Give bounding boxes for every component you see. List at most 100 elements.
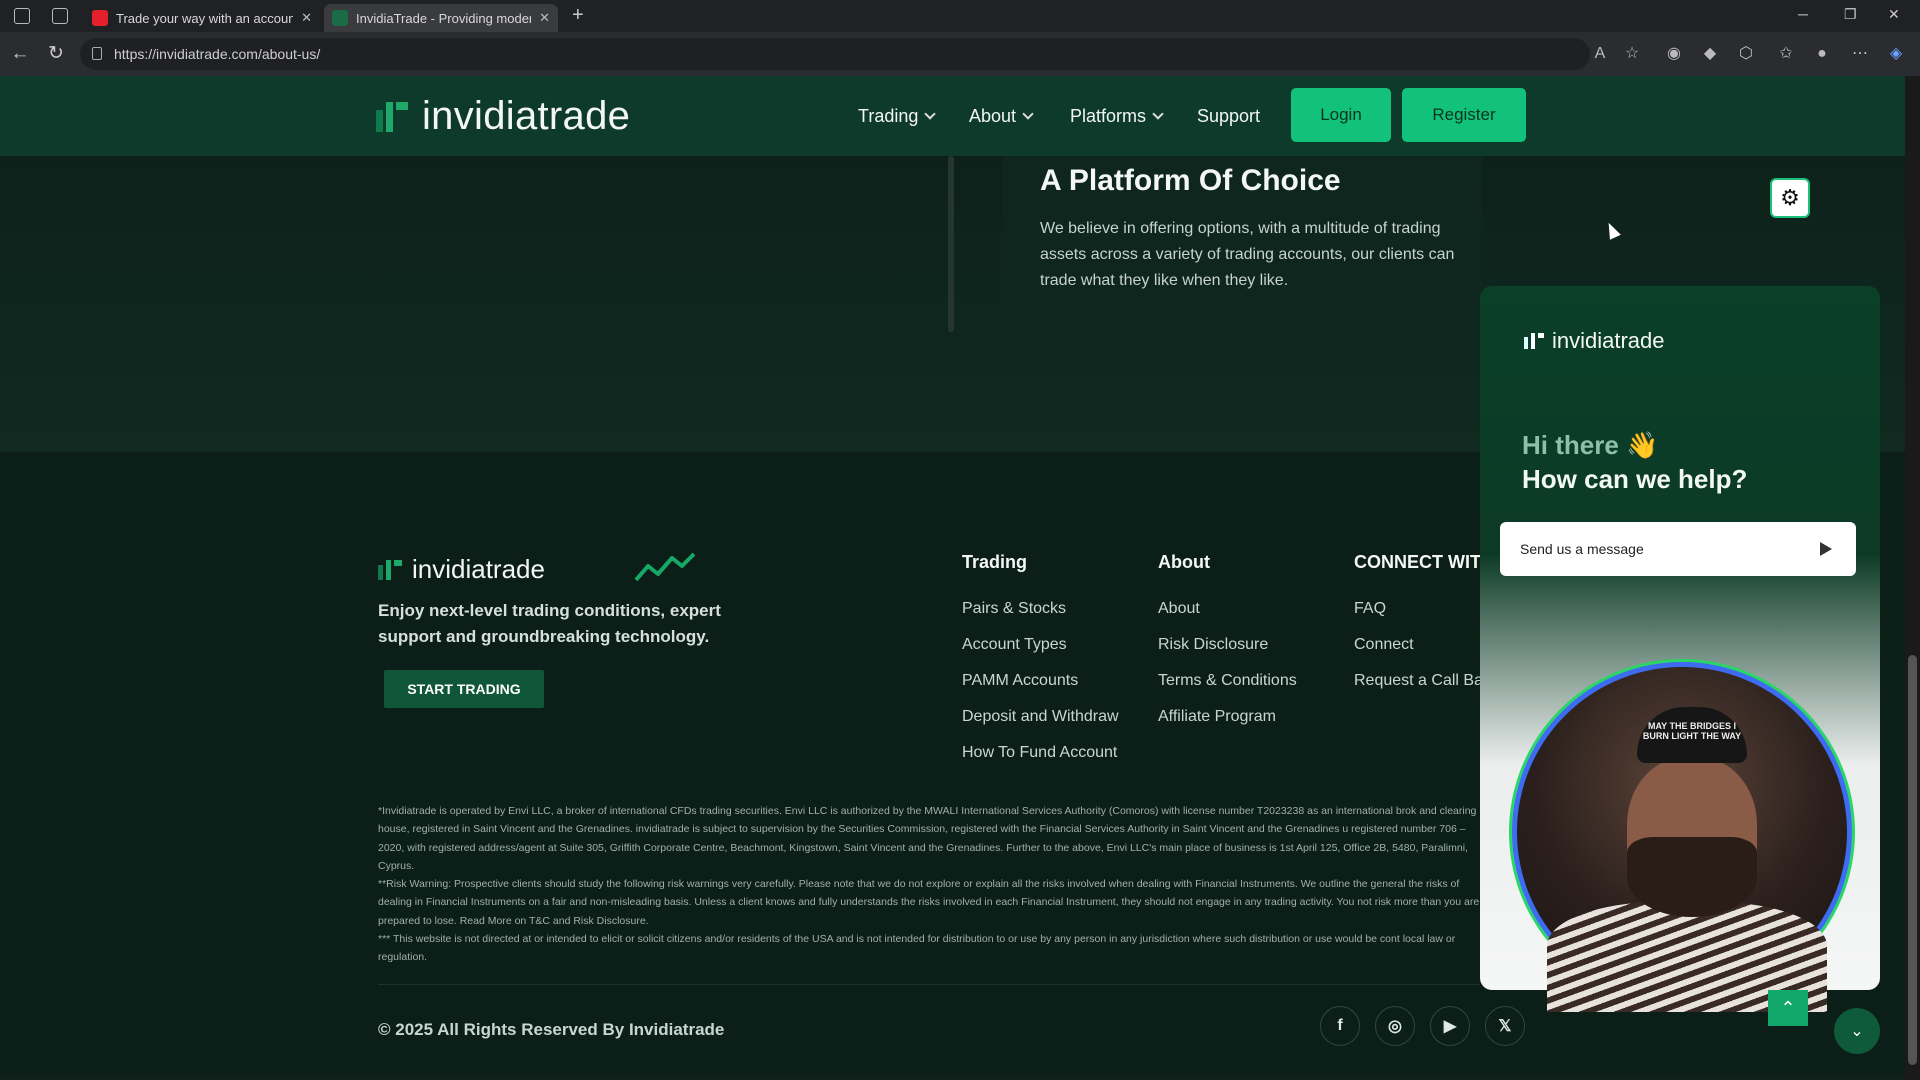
tab-title: InvidiaTrade - Providing modern bbox=[356, 10, 532, 26]
tab-close-icon[interactable]: ✕ bbox=[539, 10, 550, 26]
lock-icon bbox=[92, 47, 102, 60]
nav-about-label: About bbox=[969, 106, 1017, 126]
footer-link[interactable]: Deposit and Withdraw bbox=[962, 708, 1119, 726]
facebook-icon[interactable]: f bbox=[1320, 1006, 1360, 1046]
profile-avatar-icon[interactable]: ● bbox=[1812, 44, 1832, 64]
login-button[interactable]: Login bbox=[1291, 88, 1391, 142]
webcam-beard bbox=[1627, 837, 1757, 917]
refresh-icon[interactable]: ↻ bbox=[44, 42, 68, 66]
copilot-icon[interactable]: ◈ bbox=[1886, 44, 1906, 64]
usa-disclaimer-paragraph: *** This website is not directed at or i… bbox=[378, 933, 1456, 964]
extensions-icon[interactable]: ⬡ bbox=[1736, 44, 1756, 64]
window-close-icon[interactable]: ✕ bbox=[1888, 6, 1900, 23]
footer-link[interactable]: Account Types bbox=[962, 636, 1067, 654]
chat-greeting: Hi there 👋 bbox=[1522, 430, 1659, 460]
send-message-label: Send us a message bbox=[1520, 541, 1644, 557]
logo-mark-icon bbox=[376, 101, 408, 132]
footer-link[interactable]: Risk Disclosure bbox=[1158, 636, 1268, 654]
footer-link[interactable]: Pairs & Stocks bbox=[962, 600, 1066, 618]
logo-mark-icon bbox=[378, 559, 402, 580]
feature-text: We believe in offering options, with a m… bbox=[1040, 220, 1455, 289]
nav-trading-label: Trading bbox=[858, 106, 919, 126]
nav-platforms-label: Platforms bbox=[1070, 106, 1147, 126]
footer-link[interactable]: Request a Call Ba bbox=[1354, 672, 1480, 690]
tab-close-icon[interactable]: ✕ bbox=[301, 10, 312, 26]
legal-paragraph: *Invidiatrade is operated by Envi LLC, a… bbox=[378, 805, 1477, 872]
url-field[interactable]: https://invidiatrade.com/about-us/ bbox=[80, 38, 1590, 70]
chevron-down-icon bbox=[924, 108, 937, 120]
site-header: invidiatrade Trading About Platforms Sup… bbox=[0, 76, 1905, 156]
footer-link[interactable]: How To Fund Account bbox=[962, 744, 1117, 762]
footer-col-connect-title: CONNECT WITH bbox=[1354, 552, 1494, 572]
start-trading-button[interactable]: START TRADING bbox=[384, 670, 544, 708]
chevron-down-icon: ⌄ bbox=[1850, 1023, 1864, 1040]
nav-about[interactable]: About bbox=[969, 106, 1034, 127]
address-bar-row: ← ↻ https://invidiatrade.com/about-us/ A… bbox=[0, 32, 1920, 76]
chat-logo: invidiatrade bbox=[1524, 328, 1665, 354]
header-logo[interactable]: invidiatrade bbox=[376, 94, 630, 139]
chat-toggle-button[interactable]: ⌄ bbox=[1834, 1008, 1880, 1054]
nav-support[interactable]: Support bbox=[1197, 106, 1260, 127]
footer-link[interactable]: Terms & Conditions bbox=[1158, 672, 1297, 690]
x-icon[interactable]: 𝕏 bbox=[1485, 1006, 1525, 1046]
new-tab-icon[interactable]: + bbox=[572, 4, 584, 27]
feature-title: A Platform Of Choice bbox=[1040, 164, 1341, 197]
workspaces-icon[interactable] bbox=[14, 8, 30, 24]
browser-tab-active[interactable]: InvidiaTrade - Providing modern ✕ bbox=[324, 4, 558, 32]
chevron-down-icon bbox=[1022, 108, 1034, 120]
send-arrow-icon bbox=[1820, 542, 1832, 556]
browser-tab[interactable]: Trade your way with an account a ✕ bbox=[84, 4, 320, 32]
section-divider bbox=[948, 156, 954, 332]
extension-icon-2[interactable]: ◆ bbox=[1700, 44, 1720, 64]
chevron-down-icon bbox=[1152, 108, 1164, 120]
copyright-text: © 2025 All Rights Reserved By Invidiatra… bbox=[378, 1020, 725, 1039]
webcam-cap-text: MAY THE BRIDGES I BURN LIGHT THE WAY bbox=[1637, 707, 1747, 763]
risk-warning-paragraph: **Risk Warning: Prospective clients shou… bbox=[378, 878, 1480, 927]
more-menu-icon[interactable]: ⋯ bbox=[1850, 44, 1870, 64]
favorite-star-icon[interactable]: ☆ bbox=[1622, 44, 1642, 64]
back-icon[interactable]: ← bbox=[8, 42, 32, 66]
minimize-icon[interactable]: ─ bbox=[1798, 6, 1808, 22]
tab-favicon-icon bbox=[92, 10, 108, 26]
footer-link[interactable]: Connect bbox=[1354, 636, 1414, 654]
trend-line-icon bbox=[634, 552, 696, 582]
chat-brand-name: invidiatrade bbox=[1552, 328, 1665, 353]
favorites-icon[interactable]: ✩ bbox=[1776, 44, 1796, 64]
gear-icon: ⚙ bbox=[1780, 185, 1800, 210]
footer-col-about-title: About bbox=[1158, 552, 1210, 572]
footer-link[interactable]: Affiliate Program bbox=[1158, 708, 1276, 726]
scrollbar-thumb[interactable] bbox=[1908, 655, 1917, 1065]
logo-mark-icon bbox=[1524, 333, 1544, 349]
scroll-to-top-button[interactable]: ⌃ bbox=[1768, 990, 1808, 1026]
tab-favicon-icon bbox=[332, 10, 348, 26]
nav-support-label: Support bbox=[1197, 106, 1261, 126]
restore-icon[interactable]: ❐ bbox=[1844, 6, 1857, 23]
chat-question: How can we help? bbox=[1522, 464, 1748, 494]
footer-link[interactable]: FAQ bbox=[1354, 600, 1386, 618]
browser-tab-bar: Trade your way with an account a ✕ Invid… bbox=[0, 0, 1920, 32]
send-message-button[interactable]: Send us a message bbox=[1500, 522, 1856, 576]
webcam-overlay: MAY THE BRIDGES I BURN LIGHT THE WAY bbox=[1512, 662, 1852, 1012]
legal-disclaimer: *Invidiatrade is operated by Envi LLC, a… bbox=[378, 802, 1480, 972]
settings-gear-button[interactable]: ⚙ bbox=[1770, 178, 1810, 218]
youtube-icon[interactable]: ▶ bbox=[1430, 1006, 1470, 1046]
instagram-icon[interactable]: ◎ bbox=[1375, 1006, 1415, 1046]
register-button[interactable]: Register bbox=[1402, 88, 1526, 142]
footer-logo[interactable]: invidiatrade bbox=[378, 554, 545, 585]
read-aloud-icon[interactable]: A bbox=[1590, 44, 1610, 64]
footer-link[interactable]: PAMM Accounts bbox=[962, 672, 1078, 690]
tab-title: Trade your way with an account a bbox=[116, 10, 294, 26]
feature-card: A Platform Of Choice We believe in offer… bbox=[1002, 156, 1482, 332]
footer-divider bbox=[378, 984, 1480, 985]
url-text: https://invidiatrade.com/about-us/ bbox=[114, 46, 321, 62]
tab-actions-icon[interactable] bbox=[52, 8, 68, 24]
chevron-up-icon: ⌃ bbox=[1780, 997, 1796, 1018]
extension-icon[interactable]: ◉ bbox=[1664, 44, 1684, 64]
nav-trading[interactable]: Trading bbox=[858, 106, 937, 127]
header-brand-name: invidiatrade bbox=[422, 94, 631, 138]
footer-col-trading-title: Trading bbox=[962, 552, 1028, 572]
footer-link[interactable]: About bbox=[1158, 600, 1200, 618]
footer-tagline: Enjoy next-level trading conditions, exp… bbox=[378, 601, 721, 646]
nav-platforms[interactable]: Platforms bbox=[1070, 106, 1164, 127]
footer-brand-name: invidiatrade bbox=[412, 554, 545, 584]
